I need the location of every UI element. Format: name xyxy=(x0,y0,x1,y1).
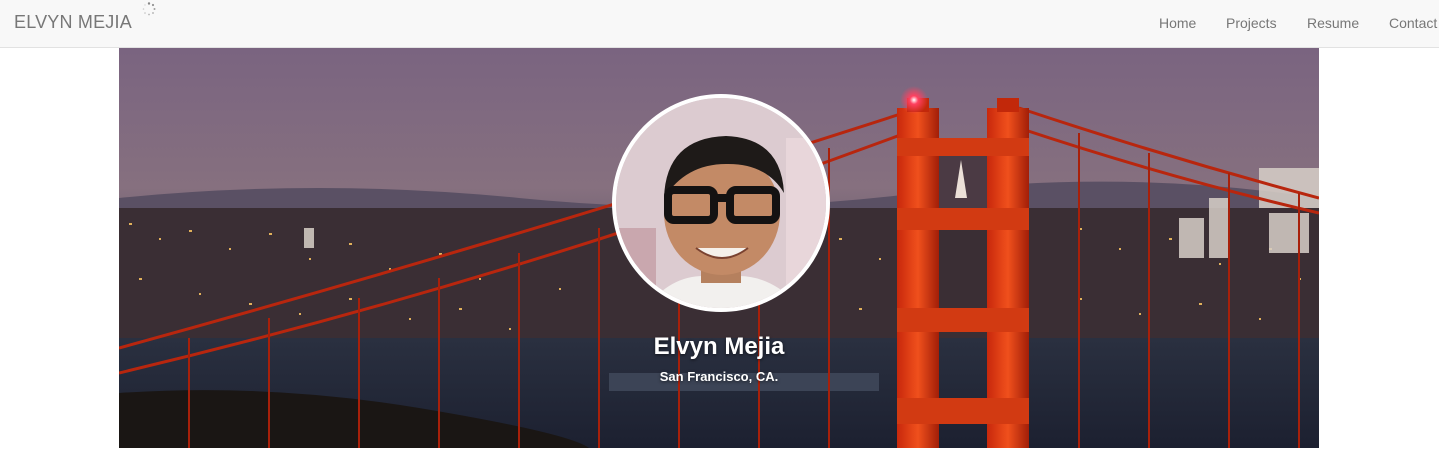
profile-location: San Francisco, CA. xyxy=(659,369,779,384)
nav-contact-link[interactable]: Contact xyxy=(1389,15,1437,31)
nav-projects-link[interactable]: Projects xyxy=(1226,15,1277,31)
brand-link[interactable]: ELVYN MEJIA xyxy=(14,12,132,33)
loading-spinner-icon xyxy=(142,2,156,16)
profile-avatar xyxy=(612,94,830,312)
nav-home-link[interactable]: Home xyxy=(1159,15,1196,31)
hero-banner: Elvyn Mejia San Francisco, CA. xyxy=(119,48,1319,448)
profile-name: Elvyn Mejia xyxy=(653,333,785,360)
top-navbar: ELVYN MEJIA Home Projects Resume Contact xyxy=(0,0,1439,48)
nav-resume-link[interactable]: Resume xyxy=(1307,15,1359,31)
profile-photo xyxy=(616,98,826,308)
